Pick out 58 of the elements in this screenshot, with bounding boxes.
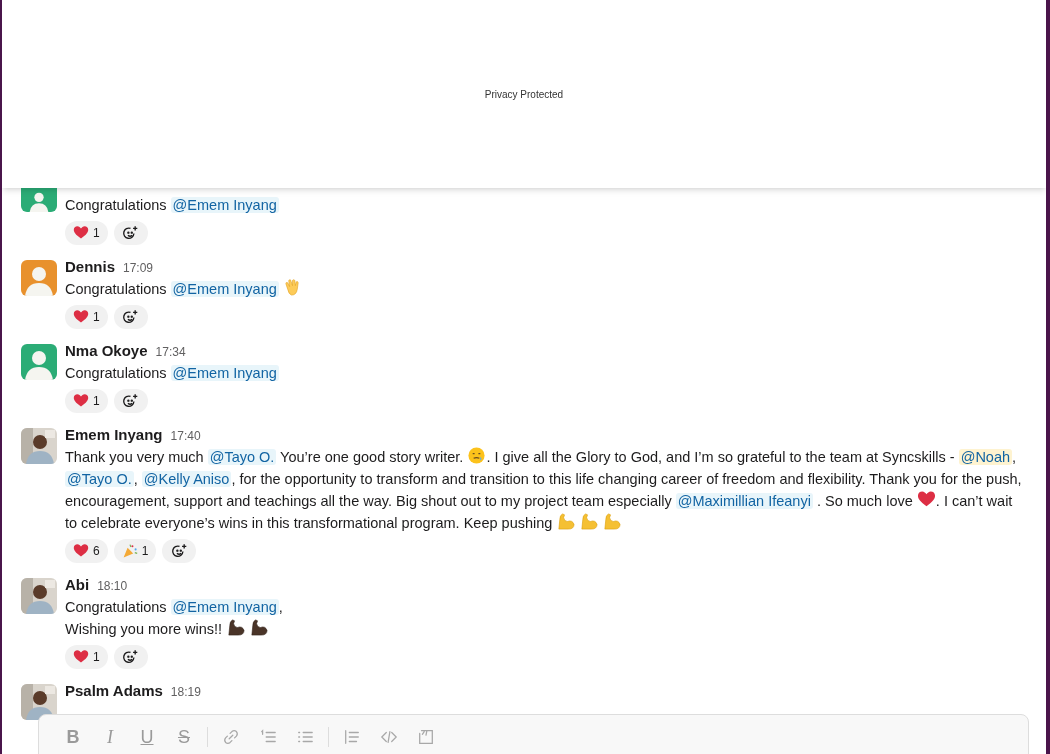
message-text: Congratulations @Emem Inyang, Wishing you more wins!!: [65, 598, 284, 639]
reaction-pill[interactable]: 1: [65, 305, 108, 329]
default-avatar[interactable]: [21, 260, 57, 296]
user-mention[interactable]: @Kelly Aniso: [141, 471, 232, 487]
reaction-pill[interactable]: 1: [113, 539, 157, 563]
user-mention[interactable]: @Emem Inyang: [170, 365, 279, 381]
add-emoji-icon: [122, 308, 140, 326]
heart-icon: [73, 309, 89, 325]
add-reaction-button[interactable]: [113, 305, 148, 329]
user-mention[interactable]: @Emem Inyang: [170, 281, 279, 297]
tearful-smile-icon: [467, 446, 487, 465]
timestamp[interactable]: 17:09: [123, 259, 154, 277]
waving-hand-icon: [282, 278, 302, 297]
heart-icon: [73, 543, 89, 559]
user-mention[interactable]: @Noah: [958, 449, 1013, 465]
message-text: Congratulations @Emem Inyang: [65, 278, 1026, 300]
user-mention[interactable]: @Maximillian Ifeanyi: [675, 493, 813, 509]
reaction-pill[interactable]: 1: [65, 221, 108, 245]
flexed-arm-icon: [226, 618, 246, 637]
timestamp[interactable]: 17:34: [155, 343, 186, 361]
timestamp[interactable]: 18:19: [170, 683, 201, 701]
heart-icon: [916, 490, 936, 509]
reaction-pill[interactable]: 1: [65, 645, 108, 669]
message-text: Congratulations @Emem Inyang: [65, 196, 280, 215]
heart-icon: [73, 225, 89, 241]
sender-name[interactable]: Emem Inyang: [65, 424, 163, 447]
add-reaction-button[interactable]: [162, 539, 197, 563]
user-mention[interactable]: @Tayo O.: [207, 449, 277, 465]
sender-name[interactable]: Abi: [65, 574, 90, 597]
heart-icon: [73, 649, 89, 665]
sender-name[interactable]: Psalm Adams: [65, 680, 163, 703]
default-avatar[interactable]: [21, 188, 57, 212]
add-reaction-button[interactable]: [113, 221, 148, 245]
privacy-label: Privacy Protected: [484, 87, 564, 102]
party-popper-icon: [121, 543, 138, 559]
user-mention[interactable]: @Emem Inyang: [170, 599, 279, 615]
user-mention[interactable]: @Emem Inyang: [170, 197, 279, 213]
add-reaction-button[interactable]: [113, 645, 148, 669]
sender-name[interactable]: Nma Okoye: [65, 340, 148, 363]
add-emoji-icon: [122, 648, 140, 666]
sender-name[interactable]: Dennis: [65, 256, 115, 279]
timestamp[interactable]: 17:40: [170, 427, 201, 445]
add-emoji-icon: [170, 542, 188, 560]
message-text: Thank you very much @Tayo O. You’re one good story writer. . I give all the Glory to God, and I’m so grateful to the team at Syncskills - @Noah, @Tayo O., @Kelly Aniso, for the opportunity to transform and transition to this life changing career of freedom and flexibility. Thank you for the push, encouragement, support and teachings all the way. Big shout out to my project team especially @Maximillian Ifeanyi . So much love . I can’t wait to celebrate everyone’s wins in this transformational program. Keep pushing: [65, 446, 1026, 534]
default-avatar[interactable]: [21, 344, 57, 380]
add-emoji-icon: [122, 392, 140, 410]
reaction-pill[interactable]: 1: [65, 389, 108, 413]
add-reaction-button[interactable]: [113, 389, 148, 413]
add-emoji-icon: [122, 224, 140, 242]
flexed-arm-icon: [602, 512, 622, 531]
timestamp[interactable]: 18:10: [97, 577, 128, 595]
reaction-pill[interactable]: 6: [65, 539, 108, 563]
flexed-arm-icon: [556, 512, 576, 531]
user-mention[interactable]: @Tayo O.: [65, 471, 134, 487]
flexed-arm-icon: [249, 618, 269, 637]
heart-icon: [73, 393, 89, 409]
message-text: Congratulations @Emem Inyang: [65, 364, 280, 383]
flexed-arm-icon: [579, 512, 599, 531]
